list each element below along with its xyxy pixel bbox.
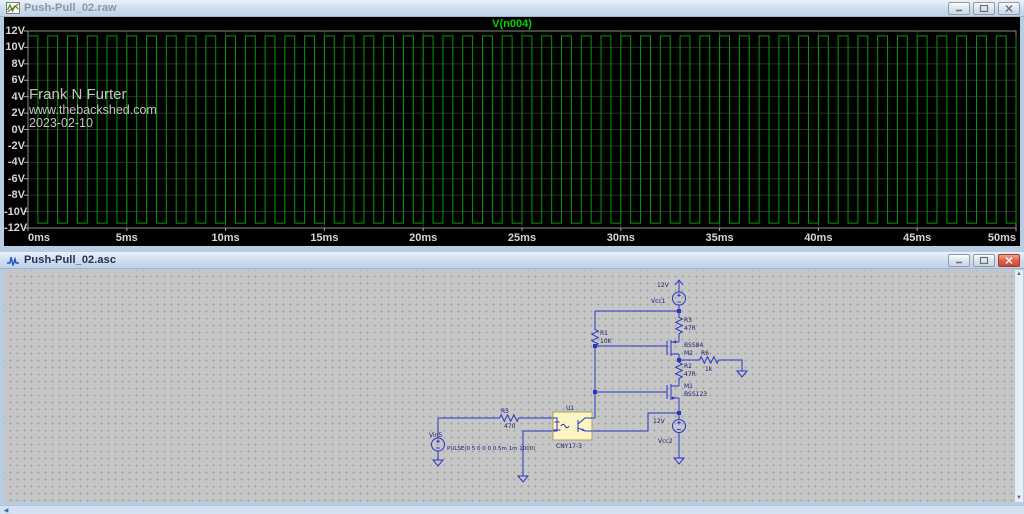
x-axis-label: 45ms [897, 232, 937, 244]
schematic-minimize-button[interactable] [948, 254, 970, 267]
scroll-down-icon[interactable]: ▼ [1016, 495, 1022, 501]
trace-legend[interactable]: V(n004) [4, 18, 1020, 31]
y-axis-label: -12V [4, 222, 25, 234]
vcc2-power-label: 12V [653, 418, 666, 425]
junction-dot [677, 411, 681, 415]
x-axis-label: 5ms [107, 232, 147, 244]
maximize-icon [979, 4, 989, 13]
r2-name-label: R2 [684, 363, 692, 370]
waveform-plot-area[interactable]: V(n004) Frank N Furter www.thebackshed.c… [4, 17, 1020, 246]
waveform-window-titlebar[interactable]: Push-Pull_02.raw [0, 0, 1024, 17]
resistor-r5[interactable]: R5 470 [498, 408, 520, 430]
schematic-vertical-scrollbar[interactable]: ▲ ▼ [1014, 270, 1023, 502]
vcc2-name-label: Vcc2 [658, 438, 673, 445]
r3-name-label: R3 [684, 317, 692, 324]
y-axis-label: -4V [4, 156, 25, 168]
schematic-window-titlebar[interactable]: Push-Pull_02.asc [0, 252, 1024, 269]
optocoupler-u1[interactable]: U1 CNY17-3 [553, 405, 592, 450]
vin5-value-label: PULSE(0 5 0 0 0 0.5m 1m 1000) [447, 446, 535, 452]
vcc1-name-label: Vcc1 [651, 298, 666, 305]
m1-name-label: M1 [684, 383, 693, 390]
waveform-window-title: Push-Pull_02.raw [24, 2, 117, 14]
x-axis-label: 10ms [206, 232, 246, 244]
scroll-left-icon[interactable]: ◀ [1, 507, 11, 514]
m1-value-label: BSS123 [684, 391, 707, 398]
y-axis-label: 8V [4, 58, 25, 70]
r1-value-label: 10K [600, 338, 613, 345]
ground-symbol[interactable] [433, 460, 443, 466]
r3-value-label: 47R [684, 325, 696, 332]
close-icon [1004, 256, 1014, 265]
x-axis-label: 20ms [403, 232, 443, 244]
r5-name-label: R5 [501, 408, 509, 415]
y-axis-label: 0V [4, 124, 25, 136]
close-icon [1004, 4, 1014, 13]
x-axis-label: 30ms [601, 232, 641, 244]
m2-value-label: BSS84 [684, 342, 703, 349]
y-axis-label: -6V [4, 173, 25, 185]
ground-symbol[interactable] [518, 476, 528, 482]
schematic-horizontal-scrollbar[interactable]: ◀ [0, 505, 1024, 514]
resistor-r2[interactable]: R2 47R [676, 361, 696, 380]
x-axis-label: 25ms [502, 232, 542, 244]
waveform-close-button[interactable] [998, 2, 1020, 15]
r1-name-label: R1 [600, 330, 608, 337]
mosfet-m1[interactable]: M1 BSS123 [667, 380, 707, 404]
u1-name-label: U1 [566, 405, 574, 412]
waveform-trace[interactable] [28, 36, 1016, 223]
schematic-maximize-button[interactable] [973, 254, 995, 267]
schematic-window-icon [6, 254, 20, 266]
x-axis-label: 50ms [982, 232, 1016, 244]
annotation-website: www.thebackshed.com [29, 103, 157, 117]
u1-value-label: CNY17-3 [556, 443, 582, 450]
minimize-icon [954, 4, 964, 13]
x-axis-label: 0ms [28, 232, 50, 244]
vin5-name-label: Vin5 [429, 432, 442, 439]
maximize-icon [979, 256, 989, 265]
schematic-window-title: Push-Pull_02.asc [24, 254, 116, 266]
x-axis-label: 40ms [798, 232, 838, 244]
y-axis-label: 4V [4, 91, 25, 103]
r6-value-label: 1k [705, 366, 713, 373]
minimize-icon [954, 256, 964, 265]
mosfet-m2[interactable]: BSS84 M2 [667, 338, 703, 360]
schematic-canvas[interactable]: 12V Vcc1 R3 47R BSS84 M2 [4, 270, 1014, 502]
waveform-maximize-button[interactable] [973, 2, 995, 15]
waveform-window-icon [6, 2, 20, 14]
x-axis-label: 35ms [700, 232, 740, 244]
power-flag-12v[interactable] [675, 280, 683, 288]
ltspice-app: { "window1": { "title": "Push-Pull_02.ra… [0, 0, 1024, 514]
voltage-source-vcc2[interactable]: 12V Vcc2 [653, 418, 686, 445]
voltage-source-vcc1[interactable]: 12V Vcc1 [651, 282, 686, 305]
y-axis-label: 12V [4, 25, 25, 37]
y-axis-label: -10V [4, 206, 25, 218]
y-axis-label: -2V [4, 140, 25, 152]
junction-dot [677, 309, 681, 313]
r6-name-label: R6 [701, 350, 709, 357]
voltage-source-vin5[interactable]: Vin5 PULSE(0 5 0 0 0 0.5m 1m 1000) [429, 432, 535, 452]
y-axis-label: -8V [4, 189, 25, 201]
annotation-author: Frank N Furter [29, 86, 127, 103]
ground-symbol[interactable] [674, 458, 684, 464]
y-axis-label: 10V [4, 41, 25, 53]
ground-symbol[interactable] [737, 371, 747, 377]
r2-value-label: 47R [684, 371, 696, 378]
schematic-window: Push-Pull_02.asc [0, 252, 1024, 505]
y-axis-label: 6V [4, 74, 25, 86]
vcc1-power-label: 12V [657, 282, 670, 289]
resistor-r6[interactable]: R6 1k [698, 350, 720, 373]
scroll-up-icon[interactable]: ▲ [1016, 271, 1022, 277]
y-axis-label: 2V [4, 107, 25, 119]
x-axis-label: 15ms [304, 232, 344, 244]
schematic-close-button[interactable] [998, 254, 1020, 267]
waveform-minimize-button[interactable] [948, 2, 970, 15]
waveform-window: Push-Pull_02.raw V(n004) Frank N Furter … [0, 0, 1024, 250]
waveform-plot[interactable] [4, 17, 1020, 246]
resistor-r3[interactable]: R3 47R [676, 316, 696, 335]
m2-name-label: M2 [684, 350, 693, 357]
r5-value-label: 470 [504, 423, 516, 430]
junction-dot [593, 390, 597, 394]
annotation-date: 2023-02-10 [29, 116, 93, 130]
